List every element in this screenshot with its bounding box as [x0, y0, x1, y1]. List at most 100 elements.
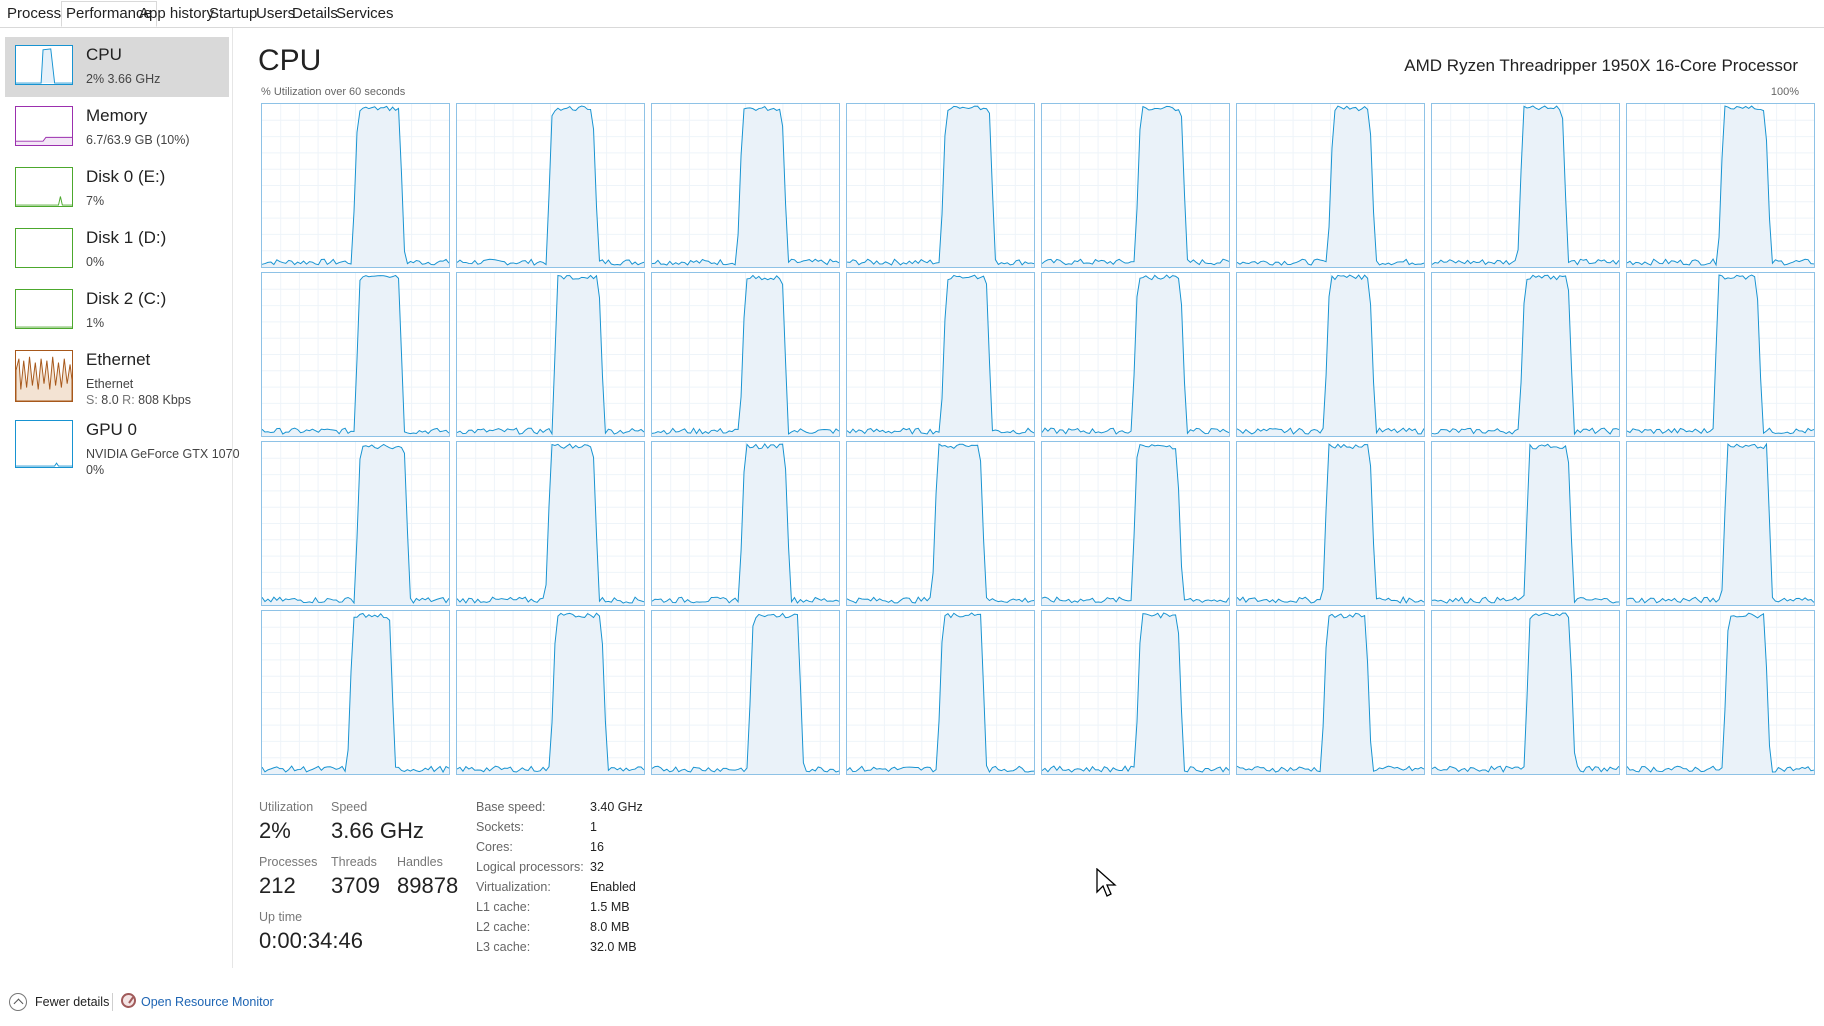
processes-value: 212: [259, 873, 296, 898]
logical-processor-graph: [456, 272, 645, 437]
logical-processor-graph: [1041, 610, 1230, 775]
logical-processor-graph: [1236, 272, 1425, 437]
spec-value: 16: [590, 840, 604, 854]
spec-label: L3 cache:: [476, 940, 531, 954]
chart-max-label: 100%: [1770, 86, 1799, 98]
threads-label: Threads: [331, 855, 377, 869]
sidebar-item-disk-2[interactable]: Disk 2 (C:) 1%: [5, 281, 229, 341]
sidebar-item-title: Memory: [86, 106, 148, 125]
sidebar-item-memory[interactable]: Memory 6.7/63.9 GB (10%): [5, 98, 229, 158]
logical-processor-graph: [846, 103, 1035, 268]
handles-value: 89878: [397, 873, 459, 898]
disk-graph-icon: [15, 228, 73, 268]
sidebar-item-disk-0[interactable]: Disk 0 (E:) 7%: [5, 159, 229, 219]
sidebar-item-cpu[interactable]: CPU 2% 3.66 GHz: [5, 37, 229, 97]
disk-graph-icon: [15, 289, 73, 329]
logical-processor-graph: [1626, 610, 1815, 775]
sidebar-item-detail: 2% 3.66 GHz: [86, 72, 161, 86]
logical-processor-graph: [456, 610, 645, 775]
sidebar-item-title: GPU 0: [86, 420, 138, 439]
tab-services[interactable]: Services: [332, 2, 398, 26]
logical-processor-graph: [1626, 272, 1815, 437]
gpu-graph-icon: [15, 420, 73, 468]
processes-label: Processes: [259, 855, 318, 869]
logical-processor-graph: [651, 103, 840, 268]
speed-value: 3.66 GHz: [331, 818, 424, 843]
footer-divider: [112, 993, 113, 1011]
spec-label: Virtualization:: [476, 880, 551, 894]
sidebar-item-detail: 7%: [86, 194, 105, 208]
spec-label: Base speed:: [476, 800, 546, 814]
resource-sidebar: CPU 2% 3.66 GHz Memory 6.7/63.9 GB (10%)…: [0, 28, 240, 968]
spec-value: 8.0 MB: [590, 920, 630, 934]
spec-value: 32.0 MB: [590, 940, 637, 954]
logical-processor-graph: [651, 441, 840, 606]
disk-graph-icon: [15, 167, 73, 207]
sidebar-item-title: Disk 2 (C:): [86, 289, 167, 308]
sidebar-item-ethernet[interactable]: Ethernet Ethernet S: 8.0 R: 808 Kbps: [5, 342, 229, 412]
mouse-cursor-icon: [1096, 868, 1117, 897]
sidebar-item-gpu-0[interactable]: GPU 0 NVIDIA GeForce GTX 1070 0%: [5, 412, 240, 482]
open-resource-monitor-link[interactable]: Open Resource Monitor: [141, 995, 274, 1009]
tab-bar: Processes Performance App history Startu…: [0, 0, 1824, 28]
chevron-up-icon[interactable]: [9, 993, 27, 1011]
sidebar-item-title: Disk 0 (E:): [86, 167, 166, 186]
handles-label: Handles: [397, 855, 443, 869]
receive-value: 808 Kbps: [138, 393, 191, 407]
logical-processor-graph: [846, 441, 1035, 606]
logical-processor-graph: [1431, 441, 1620, 606]
send-label: S:: [86, 393, 98, 407]
logical-processor-graph: [846, 272, 1035, 437]
fewer-details-button[interactable]: Fewer details: [35, 995, 109, 1009]
logical-processor-graph: [1041, 441, 1230, 606]
logical-processor-graph: [261, 610, 450, 775]
logical-processor-graph: [1236, 441, 1425, 606]
logical-processor-graph: [651, 272, 840, 437]
spec-value: 3.40 GHz: [590, 800, 643, 814]
resource-monitor-icon[interactable]: [121, 993, 136, 1008]
logical-processor-graph: [1626, 103, 1815, 268]
sidebar-item-detail: 6.7/63.9 GB (10%): [86, 133, 190, 147]
sidebar-item-detail: 0%: [86, 255, 105, 269]
logical-processor-graph: [1431, 103, 1620, 268]
logical-processor-graph: [456, 441, 645, 606]
logical-processor-graph: [261, 103, 450, 268]
utilization-label: Utilization: [259, 800, 314, 814]
sidebar-item-disk-1[interactable]: Disk 1 (D:) 0%: [5, 220, 229, 280]
sidebar-item-detail: Ethernet: [86, 377, 134, 391]
sidebar-item-usage: 0%: [86, 463, 105, 477]
ethernet-graph-icon: [15, 350, 73, 402]
page-title: CPU: [258, 44, 322, 77]
utilization-value: 2%: [259, 818, 291, 843]
spec-value: 1.5 MB: [590, 900, 630, 914]
logical-processor-graph: [1041, 272, 1230, 437]
logical-processor-graph: [1041, 103, 1230, 268]
sidebar-item-title: Ethernet: [86, 350, 151, 369]
chart-caption: % Utilization over 60 seconds: [261, 86, 406, 98]
receive-label: R:: [122, 393, 135, 407]
uptime-value: 0:00:34:46: [259, 928, 363, 953]
logical-processor-graph: [1626, 441, 1815, 606]
speed-label: Speed: [331, 800, 368, 814]
logical-processor-graph: [1431, 610, 1620, 775]
logical-processor-graph: [1431, 272, 1620, 437]
logical-processor-graph: [1236, 610, 1425, 775]
memory-graph-icon: [15, 106, 73, 146]
processor-name: AMD Ryzen Threadripper 1950X 16-Core Pro…: [1404, 56, 1798, 75]
spec-label: Cores:: [476, 840, 513, 854]
sidebar-item-title: CPU: [86, 45, 122, 64]
spec-label: Sockets:: [476, 820, 524, 834]
threads-value: 3709: [331, 873, 380, 898]
spec-value: Enabled: [590, 880, 636, 894]
logical-processor-graph: [1236, 103, 1425, 268]
sidebar-item-throughput: S: 8.0 R: 808 Kbps: [86, 393, 191, 407]
spec-label: L1 cache:: [476, 900, 531, 914]
spec-label: Logical processors:: [476, 860, 584, 874]
spec-value: 1: [590, 820, 597, 834]
logical-processor-graph: [261, 441, 450, 606]
sidebar-item-detail: 1%: [86, 316, 105, 330]
send-value: 8.0: [101, 393, 119, 407]
cpu-graph-icon: [15, 45, 73, 85]
logical-processor-graph: [456, 103, 645, 268]
uptime-label: Up time: [259, 910, 303, 924]
